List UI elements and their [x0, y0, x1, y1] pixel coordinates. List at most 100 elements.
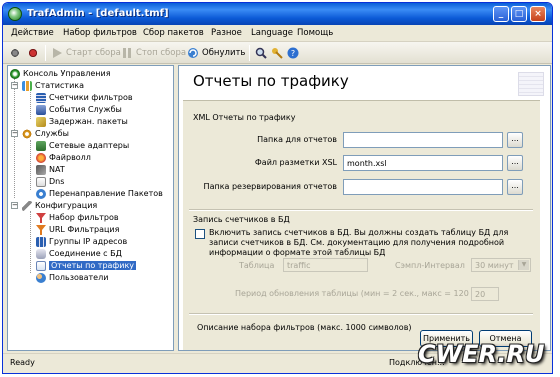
update-period-label: Период обновления таблицы (мин = 2 сек.,…: [235, 289, 492, 298]
tree-item-services[interactable]: Службы: [22, 128, 69, 139]
tree-label: События Службы: [49, 105, 122, 114]
connect-tool-button[interactable]: [9, 46, 24, 60]
tree-item-counters[interactable]: Счетчики фильтров: [36, 92, 133, 103]
minimize-button[interactable]: _: [493, 6, 509, 22]
update-period-input[interactable]: 20: [471, 287, 499, 301]
filter-icon: [36, 212, 46, 223]
ip-group-icon: [36, 236, 46, 247]
stop-capture-label: Стоп сбора: [136, 48, 187, 58]
firewall-icon: [36, 152, 46, 163]
key-tool-button[interactable]: [271, 46, 286, 60]
tree-line: [30, 89, 31, 119]
toolbar: Старт сбора Стоп сбора Обнулить ?: [3, 42, 552, 64]
tree-label: Службы: [35, 129, 69, 138]
pause-icon: [121, 47, 133, 59]
xsl-file-browse-button[interactable]: ...: [507, 155, 523, 171]
interval-select[interactable]: 30 минут ▼: [471, 258, 531, 272]
users-icon: [36, 272, 46, 283]
xml-section-title: XML Отчеты по трафику: [193, 113, 296, 122]
tree-item-events[interactable]: События Службы: [36, 104, 122, 115]
url-filter-icon: [36, 224, 46, 235]
stop-capture-button[interactable]: Стоп сбора: [121, 46, 186, 60]
xsl-file-input[interactable]: month.xsl: [343, 155, 503, 171]
gear-icon: [22, 128, 32, 139]
console-icon: [10, 68, 20, 79]
tree-item-users[interactable]: Пользователи: [36, 272, 108, 283]
tree-label: Группы IP адресов: [49, 237, 128, 246]
navigation-tree[interactable]: Консоль Управления − Статистика Счетчики…: [7, 65, 174, 351]
toolbar-separator: [249, 45, 250, 61]
tree-label: URL Фильтрация: [49, 225, 120, 234]
main-panel: Отчеты по трафику XML Отчеты по трафику …: [178, 65, 551, 351]
tree-label: Набор фильтров: [49, 213, 119, 222]
db-enable-description: Включить запись счетчиков в БД. Вы должн…: [209, 228, 509, 257]
backup-folder-browse-button[interactable]: ...: [507, 179, 523, 195]
header-decoration-icon: [518, 72, 544, 96]
database-icon: [36, 248, 46, 259]
reports-folder-input[interactable]: [343, 132, 503, 148]
redirect-icon: [36, 188, 46, 199]
tree-label: Перенаправление Пакетов: [49, 189, 163, 198]
maximize-button[interactable]: □: [511, 6, 527, 22]
list-icon: [36, 92, 46, 103]
reset-button[interactable]: Обнулить: [187, 46, 245, 60]
tree-label: Конфигурация: [35, 201, 98, 210]
refresh-icon: [187, 47, 199, 59]
disconnect-tool-button[interactable]: [27, 46, 42, 60]
network-adapter-icon: [36, 140, 46, 151]
status-text: Ready: [10, 358, 35, 367]
help-tool-button[interactable]: ?: [287, 46, 302, 60]
tree-label: Dns: [49, 177, 65, 186]
tree-item-firewall[interactable]: Файрволл: [36, 152, 91, 163]
tree-item-db[interactable]: Соединение с БД: [36, 248, 122, 259]
backup-folder-label: Папка резервирования отчетов: [203, 182, 337, 191]
backup-folder-input[interactable]: [343, 179, 503, 195]
db-enable-checkbox[interactable]: [195, 229, 205, 239]
packets-icon: [36, 116, 46, 127]
svg-text:?: ?: [291, 49, 295, 58]
tree-item-redirect[interactable]: Перенаправление Пакетов: [36, 188, 163, 199]
reset-label: Обнулить: [202, 48, 246, 58]
tree-item-statistics[interactable]: Статистика: [22, 80, 84, 91]
menu-misc[interactable]: Разное: [211, 28, 242, 38]
collapse-icon[interactable]: −: [11, 202, 18, 209]
table-input[interactable]: traffic: [283, 258, 368, 272]
tree-item-dns[interactable]: Dns: [36, 176, 64, 187]
table-label: Таблица: [239, 261, 275, 270]
tree-item-filterset[interactable]: Набор фильтров: [36, 212, 119, 223]
collapse-icon[interactable]: −: [11, 130, 18, 137]
tree-item-ipgroups[interactable]: Группы IP адресов: [36, 236, 127, 247]
tree-item-delayed[interactable]: Задержан. пакеты: [36, 116, 128, 127]
tree-item-nat[interactable]: NAT: [36, 164, 65, 175]
menu-bar: Действие Набор фильтров Сбор пакетов Раз…: [3, 25, 552, 42]
menu-language[interactable]: Language: [251, 28, 293, 38]
tree-item-config[interactable]: Конфигурация: [22, 200, 97, 211]
events-icon: [36, 104, 46, 115]
collapse-icon[interactable]: −: [11, 82, 18, 89]
start-capture-label: Старт сбора: [66, 48, 121, 58]
tree-label: Соединение с БД: [49, 249, 122, 258]
start-capture-button[interactable]: Старт сбора: [51, 46, 121, 60]
reports-folder-label: Папка для отчетов: [257, 135, 337, 144]
app-icon: [8, 7, 22, 21]
menu-filterset[interactable]: Набор фильтров: [63, 28, 137, 38]
menu-capture[interactable]: Сбор пакетов: [143, 28, 204, 38]
tree-line: [30, 211, 31, 273]
menu-help[interactable]: Помощь: [297, 28, 333, 38]
tree-item-url[interactable]: URL Фильтрация: [36, 224, 119, 235]
toolbar-separator: [45, 45, 46, 61]
tree-root[interactable]: Консоль Управления: [10, 68, 111, 79]
find-tool-button[interactable]: [255, 46, 270, 60]
reports-folder-browse-button[interactable]: ...: [507, 132, 523, 148]
tree-item-reports[interactable]: Отчеты по трафику: [36, 260, 137, 271]
close-button[interactable]: ×: [530, 6, 546, 22]
tree-item-adapters[interactable]: Сетевые адаптеры: [36, 140, 129, 151]
menu-action[interactable]: Действие: [11, 28, 54, 38]
title-bar[interactable]: TrafAdmin - [default.tmf] _ □ ×: [3, 3, 552, 25]
tree-label: NAT: [49, 165, 65, 174]
chevron-down-icon: ▼: [518, 260, 529, 270]
nat-icon: [36, 164, 46, 175]
search-icon: [255, 47, 267, 59]
chart-icon: [22, 80, 32, 91]
play-icon: [51, 47, 63, 59]
